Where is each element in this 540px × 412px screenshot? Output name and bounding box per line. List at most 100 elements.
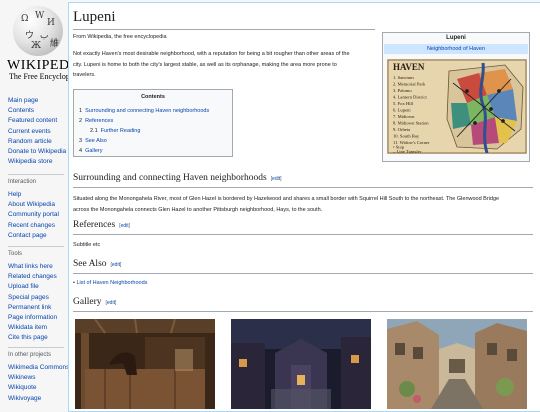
nav-store[interactable]: Wikipedia store bbox=[8, 157, 66, 167]
portal-divider bbox=[8, 174, 64, 175]
toc-number: 2.1 bbox=[90, 128, 98, 134]
globe-icon: ΩW Иウ ب維 Ж bbox=[13, 6, 63, 56]
intro-line: city. Lupeni is home to both the city's … bbox=[73, 61, 337, 68]
toc-item[interactable]: 2.1 Further Reading bbox=[90, 128, 140, 134]
map-legend-item: 4. Lantern District bbox=[393, 95, 428, 100]
see-also-list-item: • List of Haven Neighborhoods bbox=[73, 280, 148, 286]
wikipedia-logo[interactable]: ΩW Иウ ب維 Ж WIKIPEDIA The Free Encycloped… bbox=[0, 0, 68, 86]
table-of-contents: Contents 1 Surrounding and connecting Hav… bbox=[73, 89, 233, 157]
map-legend-item: 1. Sanctum bbox=[393, 75, 414, 80]
map-title: HAVEN bbox=[393, 62, 425, 72]
nav-featured-content[interactable]: Featured content bbox=[8, 116, 66, 126]
nav-random-article[interactable]: Random article bbox=[8, 137, 66, 147]
nav-help[interactable]: Help bbox=[8, 190, 59, 200]
gallery-image-stable[interactable] bbox=[75, 319, 215, 409]
section-heading-see-also: See Also [edit] bbox=[73, 259, 121, 269]
section-title: Gallery bbox=[73, 297, 102, 307]
see-also-link[interactable]: List of Haven Neighborhoods bbox=[76, 280, 147, 286]
toc-number: 2 bbox=[79, 118, 83, 124]
map-legend-item: 6. Lupeni bbox=[393, 108, 411, 113]
nav-contact[interactable]: Contact page bbox=[8, 231, 59, 241]
nav-wikinews[interactable]: Wikinews bbox=[8, 373, 68, 383]
edit-section: [edit] bbox=[105, 300, 117, 306]
section-heading-surrounding: Surrounding and connecting Haven neighbo… bbox=[73, 173, 282, 183]
nav-permanent-link[interactable]: Permanent link bbox=[8, 303, 57, 313]
edit-link[interactable]: edit bbox=[121, 223, 129, 229]
intro-line: travelers. bbox=[73, 72, 96, 78]
intro-paragraph: Not exactly Haven's most desirable neigh… bbox=[73, 49, 350, 81]
edit-link[interactable]: edit bbox=[107, 300, 115, 306]
toc-number: 3 bbox=[79, 138, 83, 144]
paragraph-line: Situated along the Monongahela River, mo… bbox=[73, 196, 500, 202]
article-content: Lupeni From Wikipedia, the free encyclop… bbox=[68, 2, 540, 412]
projects-heading: In other projects bbox=[8, 352, 52, 358]
edit-section: [edit] bbox=[270, 176, 282, 182]
nav-wikidata-item[interactable]: Wikidata item bbox=[8, 323, 57, 333]
nav-community-portal[interactable]: Community portal bbox=[8, 210, 59, 220]
map-legend-item: – Line Transfer bbox=[392, 149, 422, 154]
toc-link[interactable]: Gallery bbox=[85, 148, 102, 154]
map-legend-item: 2. Memorial Park bbox=[393, 82, 426, 87]
map-legend-item: 8. Midtown Station bbox=[393, 121, 429, 126]
toc-link[interactable]: Further Reading bbox=[101, 128, 141, 134]
nav-about[interactable]: About Wikipedia bbox=[8, 200, 59, 210]
edit-link[interactable]: edit bbox=[112, 262, 120, 268]
toc-item[interactable]: 2 References bbox=[79, 118, 113, 124]
interaction-heading: Interaction bbox=[8, 179, 37, 185]
nav-recent-changes[interactable]: Recent changes bbox=[8, 221, 59, 231]
map-legend-item: 3. Palomo bbox=[393, 88, 412, 93]
map-legend-item: 5. Fox Hill bbox=[393, 101, 414, 106]
section-divider bbox=[73, 234, 533, 235]
section-divider bbox=[73, 187, 533, 188]
toc-item[interactable]: 1 Surrounding and connecting Haven neighb… bbox=[79, 108, 209, 114]
toc-link[interactable]: Surrounding and connecting Haven neighbo… bbox=[85, 108, 209, 114]
title-divider bbox=[73, 29, 375, 30]
nav-page-information[interactable]: Page information bbox=[8, 313, 57, 323]
intro-line: Not exactly Haven's most desirable neigh… bbox=[73, 51, 350, 57]
toc-title: Contents bbox=[141, 94, 165, 100]
toc-item[interactable]: 4 Gallery bbox=[79, 148, 102, 154]
nav-interaction: Help About Wikipedia Community portal Re… bbox=[8, 190, 59, 241]
gallery-image-night-street[interactable] bbox=[231, 319, 371, 409]
infobox-subtitle: Neighborhood of Haven bbox=[384, 44, 528, 54]
nav-donate[interactable]: Donate to Wikipedia bbox=[8, 147, 66, 157]
infobox-subtitle-link[interactable]: Neighborhood of Haven bbox=[427, 46, 485, 52]
portal-divider bbox=[8, 347, 64, 348]
section-divider bbox=[73, 273, 533, 274]
haven-map-image[interactable]: HAVEN 1. Sanctum 2. Memorial Park 3. Pal… bbox=[387, 59, 527, 154]
nav-related-changes[interactable]: Related changes bbox=[8, 272, 57, 282]
nav-upload-file[interactable]: Upload file bbox=[8, 282, 57, 292]
map-legend-item: 7. Midtown bbox=[393, 114, 415, 119]
nav-cite-page[interactable]: Cite this page bbox=[8, 333, 57, 343]
map-legend-item: 10. South Bay bbox=[393, 134, 420, 139]
nav-commons[interactable]: Wikimedia Commons bbox=[8, 363, 68, 373]
gallery-image-old-street[interactable] bbox=[387, 319, 527, 409]
site-subtitle: From Wikipedia, the free encyclopedia bbox=[73, 34, 167, 40]
references-text: Subtitle etc bbox=[73, 242, 101, 248]
nav-what-links-here[interactable]: What links here bbox=[8, 262, 57, 272]
toc-link[interactable]: See Also bbox=[85, 138, 107, 144]
section-heading-references: References [edit] bbox=[73, 220, 130, 230]
infobox-title: Lupeni bbox=[446, 35, 466, 41]
edit-link[interactable]: edit bbox=[272, 176, 280, 182]
section-heading-gallery: Gallery [edit] bbox=[73, 297, 116, 307]
toc-item[interactable]: 3 See Also bbox=[79, 138, 107, 144]
nav-wikiquote[interactable]: Wikiquote bbox=[8, 383, 68, 393]
section-title: See Also bbox=[73, 259, 107, 269]
section-title: References bbox=[73, 220, 116, 230]
nav-contents[interactable]: Contents bbox=[8, 106, 66, 116]
nav-wikivoyage[interactable]: Wikivoyage bbox=[8, 394, 68, 404]
surrounding-paragraph: Situated along the Monongahela River, mo… bbox=[73, 194, 499, 215]
nav-current-events[interactable]: Current events bbox=[8, 127, 66, 137]
section-divider bbox=[73, 311, 533, 312]
section-title: Surrounding and connecting Haven neighbo… bbox=[73, 173, 267, 183]
infobox: Lupeni Neighborhood of Haven HAVEN 1. Sa… bbox=[382, 32, 530, 162]
edit-section: [edit] bbox=[119, 223, 131, 229]
wikipedia-tagline: The Free Encyclopedia bbox=[9, 72, 68, 81]
nav-special-pages[interactable]: Special pages bbox=[8, 293, 57, 303]
toc-link[interactable]: References bbox=[85, 118, 113, 124]
nav-main-page[interactable]: Main page bbox=[8, 96, 66, 106]
paragraph-line: across the Monongahela connects Glen Haz… bbox=[73, 206, 323, 213]
map-legend-item: 9. Orheta bbox=[393, 127, 410, 132]
page-title: Lupeni bbox=[73, 9, 116, 25]
